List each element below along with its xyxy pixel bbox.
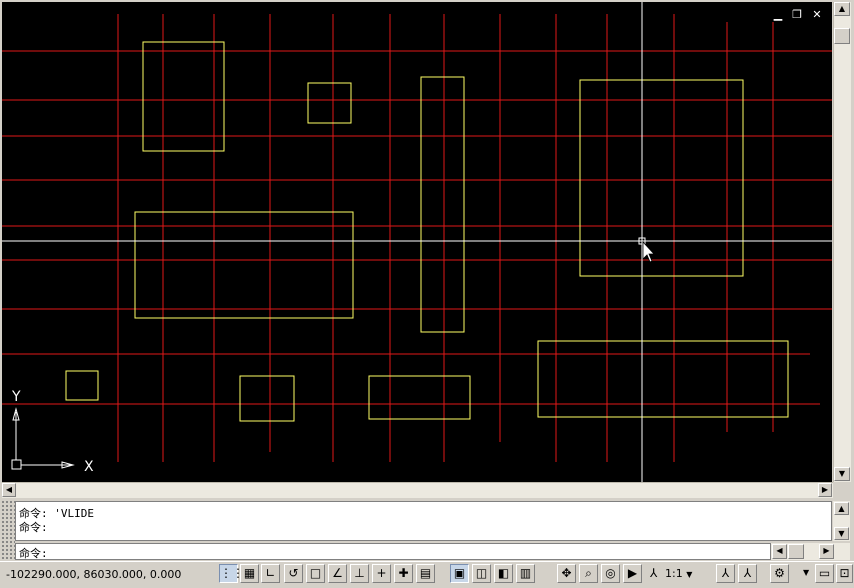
lineweight-icon[interactable]: ✚ bbox=[394, 564, 413, 583]
input-scroll-left-button[interactable]: ◀ bbox=[772, 544, 787, 559]
layout1-icon[interactable]: ◫ bbox=[472, 564, 491, 583]
grid-icon[interactable]: ▦ bbox=[240, 564, 259, 583]
lock-icon[interactable]: ⊡ bbox=[836, 564, 853, 583]
input-scroll-right-button[interactable]: ▶ bbox=[819, 544, 834, 559]
steeringwheel-icon[interactable]: ◎ bbox=[601, 564, 620, 583]
qp-icon[interactable]: ▤ bbox=[416, 564, 435, 583]
chevron-down-icon[interactable]: ▼ bbox=[803, 568, 809, 577]
osnap-icon[interactable]: □ bbox=[306, 564, 325, 583]
command-history-scrollbar[interactable]: ▲ ▼ bbox=[833, 501, 850, 541]
input-scroll-thumb[interactable] bbox=[788, 544, 804, 559]
command-window-grip[interactable] bbox=[1, 500, 15, 560]
scroll-down-button[interactable]: ▼ bbox=[834, 467, 850, 481]
close-icon[interactable]: ✕ bbox=[810, 8, 824, 21]
command-history[interactable]: 命令: 'VLIDE 命令: bbox=[15, 501, 832, 541]
layout2-icon[interactable]: ◧ bbox=[494, 564, 513, 583]
rectangle[interactable] bbox=[65, 370, 99, 401]
auto-scale-icon[interactable]: ⅄ bbox=[738, 564, 757, 583]
rectangle[interactable] bbox=[134, 211, 354, 319]
scroll-corner bbox=[833, 482, 851, 498]
scroll-up-button[interactable]: ▲ bbox=[834, 2, 850, 16]
polar-icon[interactable]: ↺ bbox=[284, 564, 303, 583]
ucs-y-label: Y bbox=[11, 389, 21, 405]
scroll-left-button[interactable]: ◀ bbox=[2, 483, 16, 497]
drawing-canvas[interactable]: Y X bbox=[2, 2, 832, 482]
rectangle[interactable] bbox=[239, 375, 295, 422]
rectangle[interactable] bbox=[368, 375, 471, 420]
mouse-pointer-icon bbox=[642, 240, 655, 263]
otrack-icon[interactable]: ∠ bbox=[328, 564, 347, 583]
minimize-icon[interactable]: ▁ bbox=[771, 8, 785, 21]
crosshair-cursor bbox=[2, 2, 832, 482]
dyn-icon[interactable]: + bbox=[372, 564, 391, 583]
rectangles-yellow bbox=[65, 41, 789, 422]
ducs-icon[interactable]: ⊥ bbox=[350, 564, 369, 583]
model-icon[interactable]: ▣ bbox=[450, 564, 469, 583]
rectangle[interactable] bbox=[307, 82, 352, 124]
command-input[interactable]: 命令: bbox=[15, 543, 771, 560]
ortho-icon[interactable]: ∟ bbox=[261, 564, 280, 583]
horizontal-scrollbar[interactable]: ◀ ▶ bbox=[2, 482, 833, 498]
scroll-right-button[interactable]: ▶ bbox=[818, 483, 832, 497]
workspace-icon[interactable]: ⚙ bbox=[770, 564, 789, 583]
command-input-scrollbar[interactable]: ◀ ▶ bbox=[771, 543, 850, 560]
annotation-visibility-icon[interactable]: ⅄ bbox=[716, 564, 735, 583]
rectangle[interactable] bbox=[420, 76, 465, 333]
ucs-icon bbox=[11, 407, 75, 470]
history-scroll-down-button[interactable]: ▼ bbox=[834, 527, 849, 540]
rectangle[interactable] bbox=[579, 79, 744, 277]
vertical-scrollbar[interactable]: ▲ ▼ bbox=[833, 2, 851, 482]
pan-icon[interactable]: ✥ bbox=[557, 564, 576, 583]
annotation-scale-icon: ⅄ bbox=[650, 566, 658, 580]
rectangle[interactable] bbox=[142, 41, 225, 152]
zoom-icon[interactable]: ⌕ bbox=[579, 564, 598, 583]
grid-lines-red bbox=[2, 14, 832, 462]
drawing-area[interactable]: Y X ▁ ❐ ✕ bbox=[2, 2, 832, 482]
coordinate-display[interactable]: -102290.000, 86030.000, 0.000 bbox=[6, 568, 181, 581]
restore-icon[interactable]: ❐ bbox=[790, 8, 804, 21]
command-history-line: 命令: bbox=[19, 521, 48, 534]
annotation-scale-dropdown[interactable]: 1:1 ▼ bbox=[665, 564, 713, 583]
annotation-scale-value: 1:1 bbox=[665, 567, 683, 580]
quickview-icon[interactable]: ▥ bbox=[516, 564, 535, 583]
ucs-x-label: X bbox=[84, 459, 94, 475]
rectangle[interactable] bbox=[537, 340, 789, 418]
chevron-down-icon: ▼ bbox=[686, 570, 693, 579]
history-scroll-up-button[interactable]: ▲ bbox=[834, 502, 849, 515]
command-prompt: 命令: bbox=[19, 547, 48, 560]
clean-screen-icon[interactable]: ▭ bbox=[815, 564, 834, 583]
showmotion-icon[interactable]: ▶ bbox=[623, 564, 642, 583]
vertical-scroll-thumb[interactable] bbox=[834, 28, 850, 44]
snap-icon[interactable]: ⋮⋮ bbox=[219, 564, 244, 583]
